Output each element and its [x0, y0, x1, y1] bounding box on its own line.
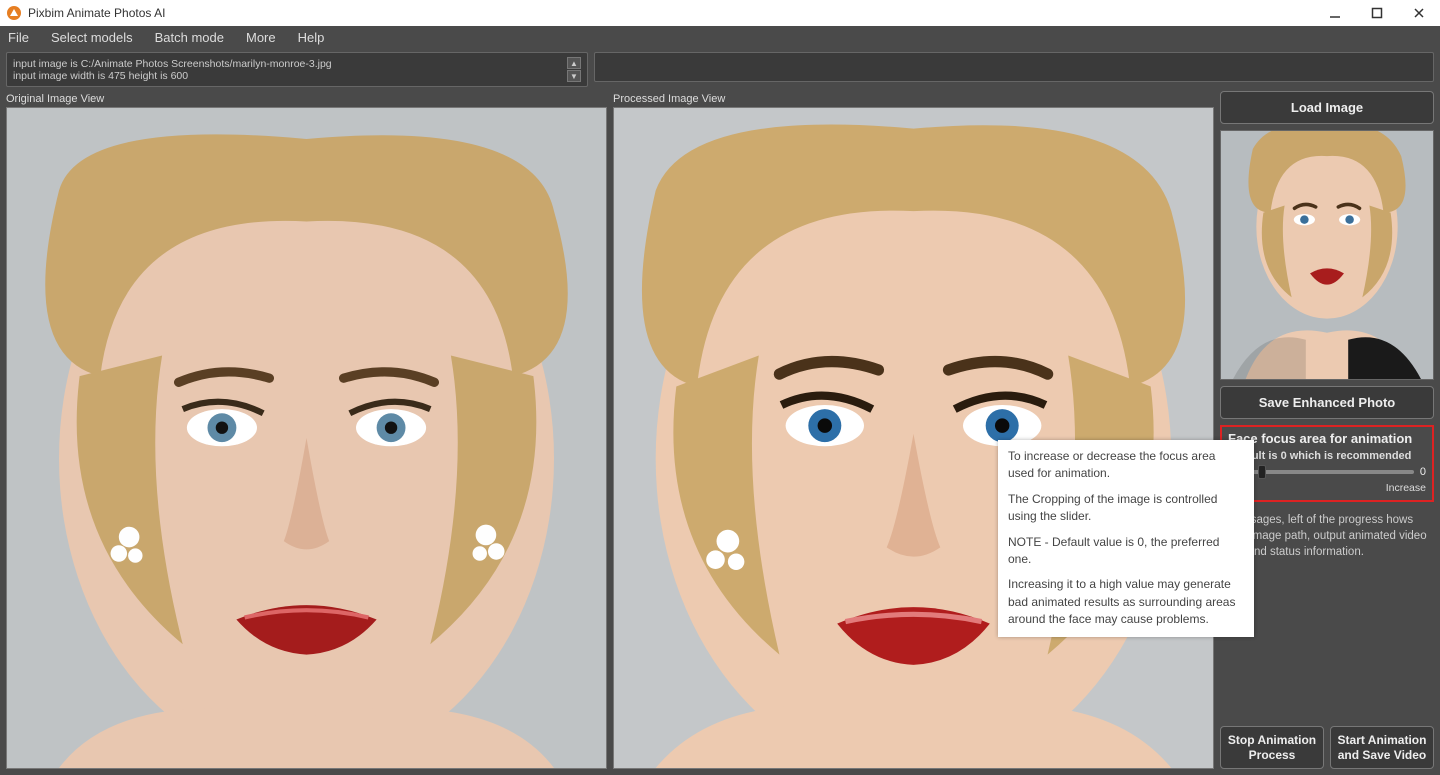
- tooltip-p2: The Cropping of the image is controlled …: [1008, 491, 1244, 526]
- app-title: Pixbim Animate Photos AI: [28, 6, 165, 20]
- original-image-frame: [6, 107, 607, 769]
- original-view-label: Original Image View: [6, 91, 607, 107]
- focus-tooltip: To increase or decrease the focus area u…: [998, 440, 1254, 637]
- window-minimize-icon[interactable]: [1328, 6, 1342, 20]
- app-logo-icon: [6, 5, 22, 21]
- load-image-button[interactable]: Load Image: [1220, 91, 1434, 124]
- save-enhanced-photo-button[interactable]: Save Enhanced Photo: [1220, 386, 1434, 419]
- original-image-placeholder: [7, 108, 606, 768]
- log-scroll-spinner[interactable]: ▲ ▼: [567, 57, 581, 82]
- info-line-2: input image width is 475 height is 600: [13, 70, 332, 82]
- stop-animation-button[interactable]: Stop Animation Process: [1220, 726, 1324, 769]
- chevron-up-icon[interactable]: ▲: [567, 57, 581, 69]
- original-view-column: Original Image View: [6, 91, 607, 769]
- menu-more[interactable]: More: [242, 28, 280, 47]
- focus-slider-value: 0: [1420, 466, 1426, 478]
- focus-slider-thumb[interactable]: [1258, 465, 1266, 479]
- menu-batch-mode[interactable]: Batch mode: [151, 28, 228, 47]
- thumbnail-image-placeholder: [1221, 131, 1433, 379]
- processed-view-label: Processed Image View: [613, 91, 1214, 107]
- thumbnail-frame: [1220, 130, 1434, 380]
- processed-image-frame: [613, 107, 1214, 769]
- info-line-1: input image is C:/Animate Photos Screens…: [13, 58, 332, 70]
- start-animation-button[interactable]: Start Animation and Save Video: [1330, 726, 1434, 769]
- window-maximize-icon[interactable]: [1370, 6, 1384, 20]
- menubar: File Select models Batch mode More Help: [0, 26, 1440, 48]
- tooltip-p4: Increasing it to a high value may genera…: [1008, 576, 1244, 628]
- menu-help[interactable]: Help: [294, 28, 329, 47]
- tooltip-p1: To increase or decrease the focus area u…: [1008, 448, 1244, 483]
- progress-box: [594, 52, 1434, 82]
- menu-select-models[interactable]: Select models: [47, 28, 137, 47]
- info-row: input image is C:/Animate Photos Screens…: [0, 48, 1440, 91]
- focus-slider[interactable]: [1228, 470, 1414, 474]
- focus-slider-increase-label: Increase: [1228, 482, 1426, 494]
- tooltip-p3: NOTE - Default value is 0, the preferred…: [1008, 534, 1244, 569]
- window-close-icon[interactable]: [1412, 6, 1426, 20]
- focus-panel-subtitle: Default is 0 which is recommended: [1228, 450, 1426, 462]
- processed-image-placeholder: [614, 108, 1213, 768]
- info-log-box: input image is C:/Animate Photos Screens…: [6, 52, 588, 87]
- menu-file[interactable]: File: [4, 28, 33, 47]
- chevron-down-icon[interactable]: ▼: [567, 70, 581, 82]
- focus-panel-title: Face focus area for animation: [1228, 431, 1426, 446]
- titlebar: Pixbim Animate Photos AI: [0, 0, 1440, 26]
- processed-view-column: Processed Image View: [613, 91, 1214, 769]
- sidebar: Load Image Save Enhanced Photo Fac: [1220, 91, 1434, 769]
